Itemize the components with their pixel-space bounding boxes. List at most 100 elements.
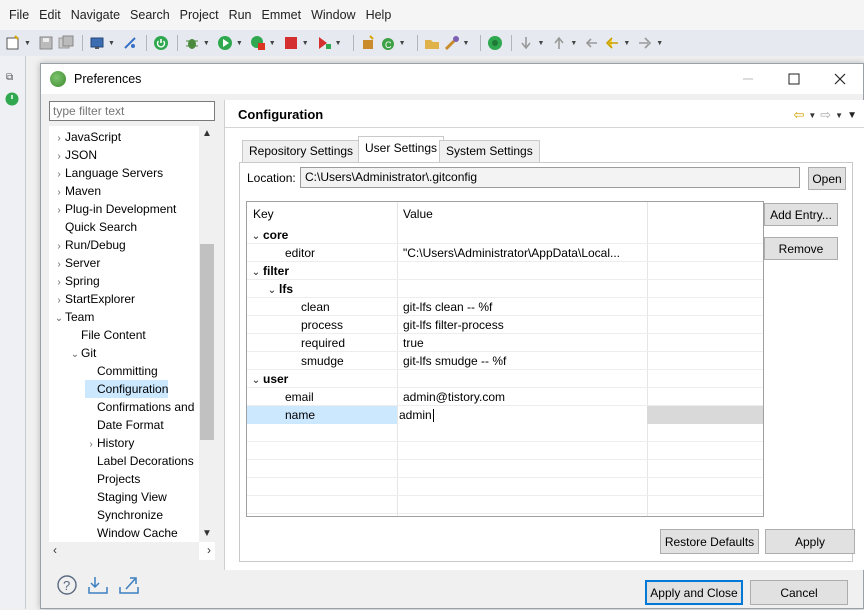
chevron-down-icon[interactable]: ▼ bbox=[236, 40, 243, 47]
skip-breakpoints-icon[interactable] bbox=[121, 34, 139, 52]
location-field[interactable]: C:\Users\Administrator\.gitconfig bbox=[300, 167, 800, 188]
import-icon[interactable] bbox=[87, 575, 109, 598]
value-cell[interactable] bbox=[403, 280, 651, 298]
chevron-down-icon[interactable]: ⌄ bbox=[53, 310, 65, 328]
chevron-down-icon[interactable]: ▼ bbox=[269, 40, 276, 47]
tab-repository-settings[interactable]: Repository Settings bbox=[242, 140, 361, 162]
external-tools-icon[interactable] bbox=[315, 34, 333, 52]
tree-item[interactable]: › StartExplorer bbox=[53, 290, 135, 308]
open-type-icon[interactable] bbox=[423, 34, 441, 52]
tree-horizontal-scrollbar[interactable]: ‹ › bbox=[49, 542, 211, 560]
tree-item[interactable]: › JavaScript bbox=[53, 128, 121, 146]
chevron-down-icon[interactable]: ▼ bbox=[463, 40, 470, 47]
key-cell[interactable]: smudge bbox=[301, 352, 344, 370]
key-cell[interactable]: email bbox=[285, 388, 314, 406]
tree-item[interactable]: Projects bbox=[85, 470, 140, 488]
chevron-down-icon[interactable]: ▼ bbox=[24, 40, 31, 47]
chevron-down-icon[interactable]: ▼ bbox=[537, 40, 544, 47]
tree-item[interactable]: › Maven bbox=[53, 182, 101, 200]
table-row[interactable]: process git-lfs filter-process bbox=[247, 316, 763, 334]
tab-user-settings[interactable]: User Settings bbox=[358, 136, 445, 163]
forward-icon[interactable] bbox=[636, 34, 654, 52]
menu-emmet[interactable]: Emmet bbox=[257, 8, 307, 22]
table-row[interactable]: name admin bbox=[247, 406, 763, 424]
chevron-down-icon[interactable]: ▼ bbox=[335, 40, 342, 47]
forward-icon[interactable]: ⇨ bbox=[820, 107, 831, 123]
scroll-right-icon[interactable]: › bbox=[207, 543, 211, 557]
previous-annotation-icon[interactable] bbox=[550, 34, 568, 52]
key-cell[interactable]: ⌄ lfs bbox=[265, 280, 293, 298]
tree-item[interactable]: Label Decorations bbox=[85, 452, 194, 470]
value-column-header[interactable]: Value bbox=[397, 202, 433, 226]
back-icon[interactable] bbox=[603, 34, 621, 52]
key-cell[interactable]: ⌄ user bbox=[249, 370, 289, 388]
cancel-button[interactable]: Cancel bbox=[750, 580, 848, 605]
tree-item[interactable]: Window Cache bbox=[85, 524, 178, 542]
key-cell[interactable]: ⌄ core bbox=[249, 226, 289, 244]
new-icon[interactable] bbox=[4, 34, 22, 52]
last-edit-icon[interactable] bbox=[583, 34, 601, 52]
chevron-down-icon[interactable]: ▼ bbox=[656, 40, 663, 47]
tree-item[interactable]: File Content bbox=[69, 326, 146, 344]
menu-window[interactable]: Window bbox=[306, 8, 360, 22]
value-cell[interactable] bbox=[403, 226, 651, 244]
key-column-header[interactable]: Key bbox=[247, 202, 274, 226]
remove-button[interactable]: Remove bbox=[764, 237, 838, 260]
key-cell[interactable]: process bbox=[301, 316, 343, 334]
add-entry-button[interactable]: Add Entry... bbox=[764, 203, 838, 226]
help-icon[interactable]: ? bbox=[57, 575, 77, 598]
tree-item[interactable]: Date Format bbox=[85, 416, 164, 434]
console-icon[interactable] bbox=[88, 34, 106, 52]
key-cell[interactable]: clean bbox=[301, 298, 330, 316]
value-editor[interactable]: admin bbox=[399, 406, 647, 424]
key-cell[interactable]: ⌄ filter bbox=[249, 262, 289, 280]
table-row[interactable]: clean git-lfs clean -- %f bbox=[247, 298, 763, 316]
chevron-down-icon[interactable]: ▼ bbox=[203, 40, 210, 47]
save-icon[interactable] bbox=[37, 34, 55, 52]
key-cell[interactable]: editor bbox=[285, 244, 315, 262]
menu-search[interactable]: Search bbox=[125, 8, 175, 22]
tree-item[interactable]: Configuration bbox=[85, 380, 169, 398]
tree-item[interactable]: Committing bbox=[85, 362, 158, 380]
tree-item[interactable]: › Spring bbox=[53, 272, 99, 290]
menu-file[interactable]: File bbox=[4, 8, 34, 22]
spring-icon[interactable] bbox=[486, 34, 504, 52]
stop-icon[interactable] bbox=[282, 34, 300, 52]
menu-run[interactable]: Run bbox=[224, 8, 257, 22]
search-icon[interactable] bbox=[443, 34, 461, 52]
tree-item[interactable]: › Server bbox=[53, 254, 100, 272]
table-row[interactable]: smudge git-lfs smudge -- %f bbox=[247, 352, 763, 370]
minimize-button[interactable] bbox=[725, 64, 771, 94]
next-annotation-icon[interactable] bbox=[517, 34, 535, 52]
table-row[interactable]: editor "C:\Users\Administrator\AppData\Lo… bbox=[247, 244, 763, 262]
restore-defaults-button[interactable]: Restore Defaults bbox=[660, 529, 759, 554]
scroll-left-icon[interactable]: ‹ bbox=[53, 543, 57, 557]
table-row[interactable]: email admin@tistory.com bbox=[247, 388, 763, 406]
value-cell[interactable]: git-lfs smudge -- %f bbox=[403, 352, 651, 370]
maximize-button[interactable] bbox=[771, 64, 817, 94]
chevron-down-icon[interactable]: ⌄ bbox=[69, 346, 81, 364]
menu-navigate[interactable]: Navigate bbox=[66, 8, 125, 22]
new-class-icon[interactable]: C bbox=[379, 34, 397, 52]
tree-item[interactable]: Confirmations and bbox=[85, 398, 194, 416]
chevron-down-icon[interactable]: ▼ bbox=[623, 40, 630, 47]
value-cell[interactable] bbox=[403, 262, 651, 280]
table-row[interactable]: ⌄ filter bbox=[247, 262, 763, 280]
menu-project[interactable]: Project bbox=[175, 8, 224, 22]
table-row[interactable]: ⌄ lfs bbox=[247, 280, 763, 298]
tree-vertical-scrollbar[interactable]: ▲ ▼ bbox=[199, 126, 215, 542]
key-cell[interactable]: name bbox=[285, 406, 315, 424]
scroll-up-arrow-icon[interactable]: ▲ bbox=[202, 129, 212, 139]
tree-item[interactable]: Quick Search bbox=[53, 218, 137, 236]
tree-item[interactable]: Staging View bbox=[85, 488, 167, 506]
value-cell[interactable]: "C:\Users\Administrator\AppData\Local... bbox=[403, 244, 651, 262]
power-icon[interactable] bbox=[152, 34, 170, 52]
debug-icon[interactable] bbox=[183, 34, 201, 52]
key-cell[interactable]: required bbox=[301, 334, 345, 352]
value-cell[interactable]: admin@tistory.com bbox=[403, 388, 651, 406]
chevron-down-icon[interactable]: ▼ bbox=[108, 40, 115, 47]
value-cell[interactable]: git-lfs clean -- %f bbox=[403, 298, 651, 316]
tree-item[interactable]: › JSON bbox=[53, 146, 97, 164]
new-package-icon[interactable] bbox=[359, 34, 377, 52]
value-cell[interactable]: true bbox=[403, 334, 651, 352]
